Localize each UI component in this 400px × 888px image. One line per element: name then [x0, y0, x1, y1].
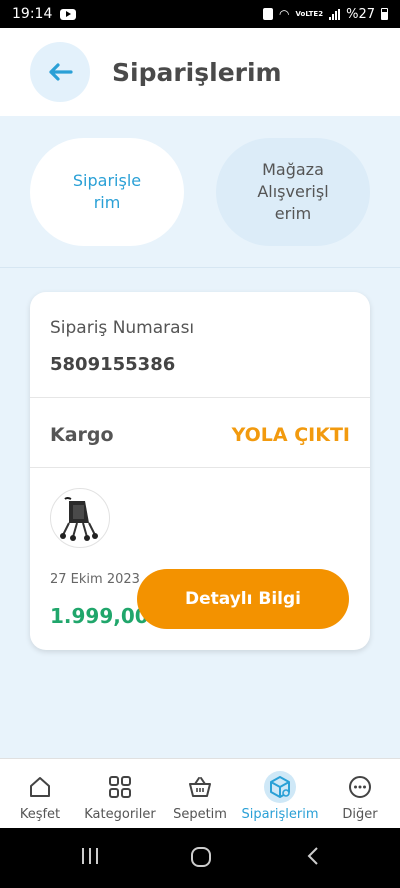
system-nav-bar	[0, 828, 400, 888]
orders-icon	[264, 771, 296, 803]
signal-icon	[329, 8, 341, 20]
home-icon	[24, 771, 56, 803]
tab-orders[interactable]: Siparişle rim	[30, 138, 184, 246]
nav-item-kesfet[interactable]: Keşfet	[10, 759, 70, 829]
app-header: Siparişlerim	[0, 28, 400, 116]
nav-item-kategoriler[interactable]: Kategoriler	[80, 759, 160, 829]
arrow-left-icon	[49, 63, 73, 81]
home-button[interactable]	[188, 844, 214, 874]
cargo-label: Kargo	[50, 424, 114, 446]
lte-indicator: VoLTE2	[295, 9, 324, 18]
chevron-left-icon	[307, 847, 318, 865]
product-thumbnail[interactable]	[50, 488, 110, 548]
bottom-nav: Keşfet Kategoriler Sepetim Siparişlerim …	[0, 758, 400, 828]
order-date: 27 Ekim 2023	[50, 572, 140, 587]
cargo-status: YOLA ÇIKTI	[231, 424, 350, 446]
basket-icon	[184, 771, 216, 803]
wifi-icon: ◠	[279, 7, 290, 21]
order-price: 1.999,00	[50, 604, 149, 628]
back-button[interactable]	[30, 42, 90, 102]
more-icon	[344, 771, 376, 803]
grid-icon	[104, 771, 136, 803]
order-card[interactable]: Sipariş Numarası 5809155386 Kargo YOLA Ç…	[30, 292, 370, 650]
nav-label: Sepetim	[173, 807, 227, 822]
divider	[30, 467, 370, 468]
battery-percent: %27	[346, 6, 375, 22]
divider	[30, 397, 370, 398]
recents-button[interactable]	[78, 844, 102, 872]
page-title: Siparişlerim	[112, 57, 282, 87]
nav-item-diger[interactable]: Diğer	[330, 759, 390, 829]
home-circle-icon	[191, 847, 211, 867]
youtube-notification-icon	[60, 8, 77, 20]
status-bar: 19:14 ◠ VoLTE2 %27	[0, 0, 400, 28]
nav-item-sepetim[interactable]: Sepetim	[170, 759, 230, 829]
nav-label: Keşfet	[19, 807, 61, 822]
system-back-button[interactable]	[302, 844, 326, 872]
recents-icon	[82, 848, 98, 864]
details-button[interactable]: Detaylı Bilgi	[137, 569, 349, 629]
nav-item-siparislerim[interactable]: Siparişlerim	[240, 759, 320, 829]
status-time: 19:14	[12, 6, 53, 22]
order-number: 5809155386	[50, 354, 176, 375]
tab-store-purchases[interactable]: Mağaza Alışverişl erim	[216, 138, 370, 246]
battery-icon	[381, 8, 388, 20]
alarm-icon	[263, 8, 274, 20]
order-number-label: Sipariş Numarası	[50, 318, 195, 338]
nav-label: Diğer	[342, 807, 378, 822]
order-tabs: Siparişle rim Mağaza Alışverişl erim	[0, 116, 400, 268]
stroller-image	[60, 497, 98, 541]
nav-label: Kategoriler	[84, 807, 156, 822]
nav-label: Siparişlerim	[241, 807, 319, 822]
